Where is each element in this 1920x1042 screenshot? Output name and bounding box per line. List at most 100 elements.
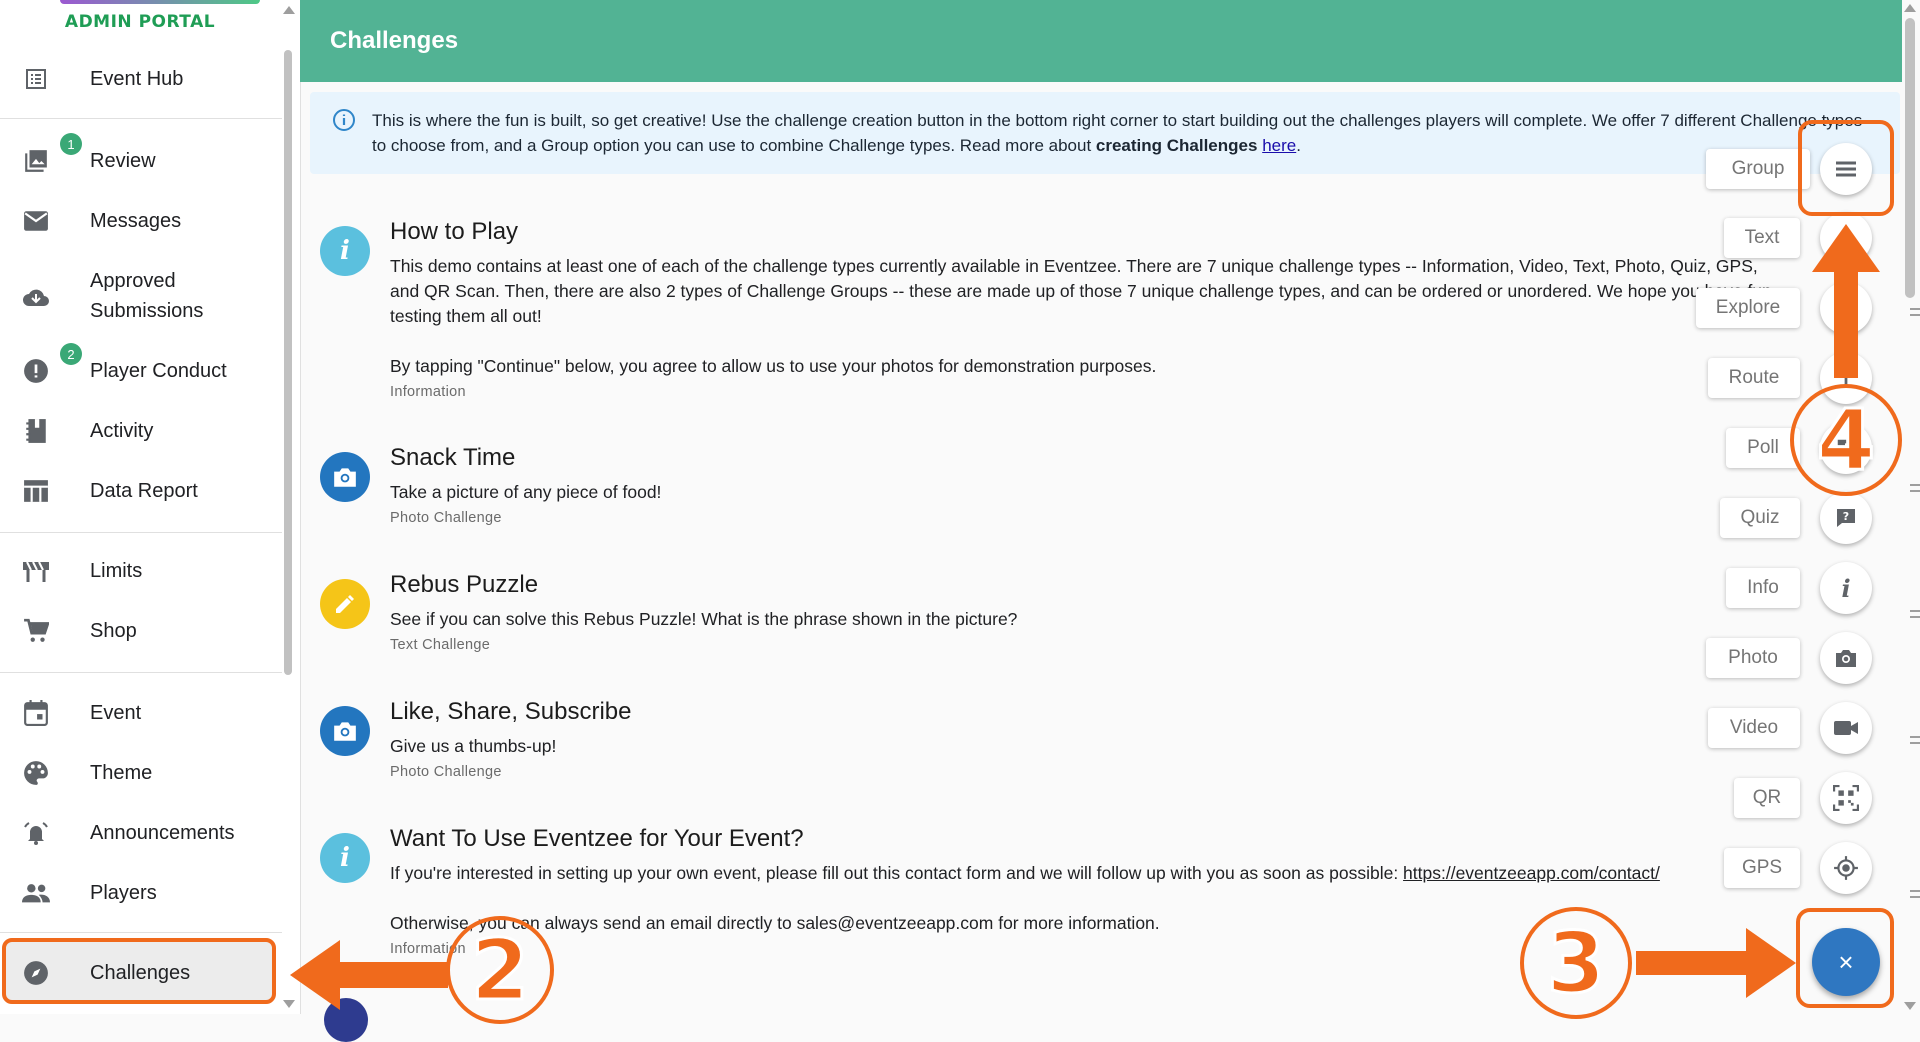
challenge-description-extra: By tapping "Continue" below, you agree t…	[390, 356, 1157, 376]
step-4-number: 4	[1815, 390, 1876, 491]
drag-handle[interactable]	[1910, 610, 1920, 618]
portal-label: ADMIN PORTAL	[64, 12, 216, 32]
challenge-list-item[interactable]: i How to Play This demo contains at leas…	[310, 218, 1772, 408]
people-icon	[22, 879, 50, 907]
review-badge: 1	[60, 133, 82, 155]
speed-dial-label-explore[interactable]: Explore	[1696, 288, 1800, 328]
sidebar-item-player-conduct[interactable]: 2 Player Conduct	[0, 343, 282, 386]
step-3-number: 3	[1545, 913, 1606, 1014]
camera-icon[interactable]	[1820, 632, 1872, 684]
sidebar-item-players[interactable]: Players	[0, 878, 282, 908]
palette-icon	[22, 759, 50, 787]
sidebar-item-label: Activity	[90, 420, 154, 442]
list-icon	[22, 65, 50, 93]
sidebar-item-label: Event	[90, 702, 142, 724]
info-here-link[interactable]: here	[1262, 136, 1296, 155]
info-text: This is where the fun is built, so get c…	[372, 108, 1872, 158]
contact-link[interactable]: https://eventzeeapp.com/contact/	[1403, 863, 1660, 883]
sidebar-item-event-hub[interactable]: Event Hub	[0, 64, 282, 94]
cloud-download-icon	[22, 283, 50, 311]
sidebar-item-approved-submissions[interactable]: Approved Submissions	[0, 266, 282, 328]
sidebar-item-label: Player Conduct	[90, 360, 227, 382]
page-scroll-down[interactable]	[1904, 1002, 1916, 1010]
gps-icon[interactable]	[1820, 842, 1872, 894]
sidebar-item-label: Players	[90, 882, 157, 904]
speed-dial-label-route[interactable]: Route	[1708, 358, 1800, 398]
speed-dial-label-quiz[interactable]: Quiz	[1720, 498, 1800, 538]
challenge-title: Like, Share, Subscribe	[390, 698, 632, 725]
step-3-arrow-head	[1746, 928, 1796, 998]
info-bold-text: creating Challenges	[1095, 136, 1258, 155]
svg-text:?: ?	[1843, 510, 1849, 523]
page-scrollbar[interactable]	[1905, 18, 1915, 298]
sidebar-item-activity[interactable]: Activity	[0, 416, 282, 446]
sidebar-item-label: Data Report	[90, 480, 198, 502]
sidebar-divider	[0, 532, 282, 533]
challenge-description: If you're interested in setting up your …	[390, 861, 1790, 886]
speed-dial-label-qr[interactable]: QR	[1734, 778, 1800, 818]
info-outline-icon	[332, 108, 356, 137]
sidebar-item-announcements[interactable]: Announcements	[0, 818, 282, 848]
calendar-icon	[22, 699, 50, 727]
cart-icon	[22, 617, 50, 645]
sidebar-item-review[interactable]: 1 Review	[0, 133, 282, 176]
sidebar-scroll-up[interactable]	[283, 6, 295, 14]
challenge-title: How to Play	[390, 218, 519, 245]
sidebar-item-challenges[interactable]: Challenges	[0, 958, 282, 988]
sidebar: ADMIN PORTAL Event Hub 1 Review Messages…	[0, 0, 301, 1014]
challenge-type: Photo Challenge	[390, 510, 502, 526]
notebook-icon	[22, 417, 50, 445]
page-title: Challenges	[330, 27, 459, 54]
speed-dial-label-text[interactable]: Text	[1724, 218, 1800, 258]
challenge-description-text: If you're interested in setting up your …	[390, 863, 1404, 883]
speed-dial-label-video[interactable]: Video	[1708, 708, 1800, 748]
qr-icon[interactable]	[1820, 772, 1872, 824]
pencil-icon	[320, 579, 370, 629]
challenge-list-item[interactable]: Like, Share, Subscribe Give us a thumbs-…	[310, 698, 1710, 788]
brand-wordmark	[60, 0, 260, 4]
mail-icon	[22, 207, 50, 235]
sidebar-item-shop[interactable]: Shop	[0, 616, 282, 646]
quiz-icon[interactable]: ?	[1820, 492, 1872, 544]
challenge-description: Take a picture of any piece of food!	[390, 482, 662, 502]
speed-dial-label-photo[interactable]: Photo	[1706, 638, 1800, 678]
speed-dial-label-group[interactable]: Group	[1706, 149, 1810, 189]
step-3-arrow-shaft	[1636, 951, 1748, 975]
sidebar-item-label: Event Hub	[90, 68, 184, 90]
challenge-type: Photo Challenge	[390, 764, 502, 780]
step-3-highlight	[1796, 908, 1894, 1008]
step-2-arrow-shaft	[338, 962, 448, 988]
sidebar-item-data-report[interactable]: Data Report	[0, 476, 282, 506]
table-icon	[22, 477, 50, 505]
speed-dial-label-gps[interactable]: GPS	[1724, 848, 1800, 888]
video-icon[interactable]	[1820, 702, 1872, 754]
page-header: Challenges	[300, 0, 1902, 82]
sidebar-item-theme[interactable]: Theme	[0, 758, 282, 788]
challenge-list-item[interactable]: Rebus Puzzle See if you can solve this R…	[310, 571, 1710, 661]
drag-handle[interactable]	[1910, 890, 1920, 898]
sidebar-item-label: Theme	[90, 762, 153, 784]
sidebar-item-label: Announcements	[90, 822, 235, 844]
info-icon[interactable]: i	[1820, 562, 1872, 614]
sidebar-item-event[interactable]: Event	[0, 698, 282, 728]
challenge-description: See if you can solve this Rebus Puzzle! …	[390, 609, 1018, 629]
bell-icon	[22, 819, 50, 847]
logo: ADMIN PORTAL	[0, 0, 280, 38]
drag-handle[interactable]	[1910, 736, 1920, 744]
page-scroll-up[interactable]	[1904, 4, 1916, 12]
speed-dial-label-poll[interactable]: Poll	[1726, 428, 1800, 468]
photo-review-icon: 1	[22, 133, 82, 175]
drag-handle[interactable]	[1910, 484, 1920, 492]
challenge-title: Want To Use Eventzee for Your Event?	[390, 825, 804, 852]
challenge-list-item[interactable]: Snack Time Take a picture of any piece o…	[310, 444, 1710, 534]
speed-dial-label-info[interactable]: Info	[1726, 568, 1800, 608]
compass-icon	[22, 959, 50, 987]
sidebar-scrollbar[interactable]	[284, 50, 292, 675]
step-4-arrow-head	[1812, 224, 1880, 272]
sidebar-divider	[0, 932, 282, 933]
sidebar-item-label: Shop	[90, 620, 137, 642]
sidebar-item-label: Review	[90, 150, 156, 172]
sidebar-item-limits[interactable]: Limits	[0, 556, 282, 586]
sidebar-item-messages[interactable]: Messages	[0, 206, 282, 236]
drag-handle[interactable]	[1910, 308, 1920, 316]
